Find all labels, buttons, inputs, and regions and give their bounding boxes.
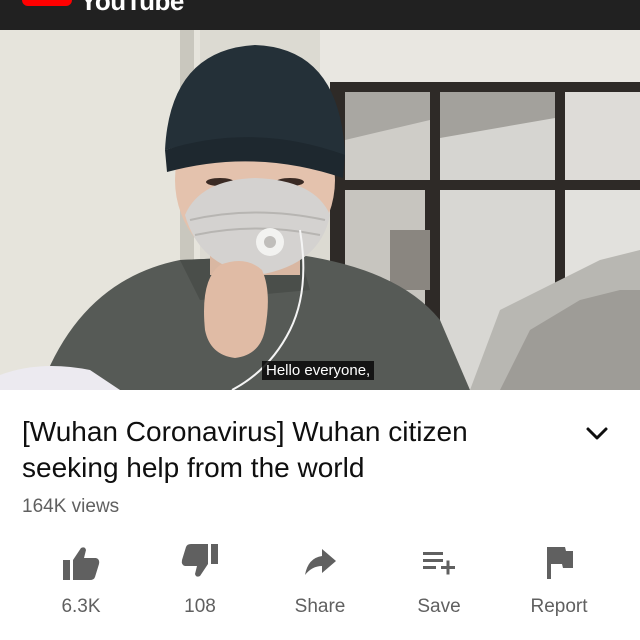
dislike-button[interactable]: 108 — [152, 540, 248, 626]
save-label: Save — [417, 596, 461, 617]
video-frame — [0, 30, 640, 390]
youtube-logo[interactable] — [22, 0, 72, 6]
account-icon[interactable] — [592, 0, 604, 2]
flag-icon — [547, 547, 573, 579]
view-count: 164K views — [22, 496, 120, 517]
like-button[interactable]: 6.3K — [33, 540, 129, 626]
thumbs-up-icon — [63, 547, 100, 580]
video-title: [Wuhan Coronavirus] Wuhan citizen seekin… — [22, 416, 468, 483]
like-count: 6.3K — [61, 596, 101, 617]
cast-icon[interactable] — [516, 0, 528, 2]
dislike-count: 108 — [184, 596, 216, 617]
save-button[interactable]: Save — [391, 540, 487, 626]
thumbs-down-icon — [181, 544, 218, 577]
add-to-playlist-icon — [423, 552, 455, 575]
expand-description-chevron-down-icon[interactable] — [584, 424, 610, 444]
youtube-wordmark: YouTube — [80, 0, 184, 16]
subtitle-caption: Hello everyone, — [262, 361, 375, 380]
report-button[interactable]: Report — [511, 540, 607, 626]
report-label: Report — [530, 596, 588, 617]
top-app-bar: YouTube — [0, 0, 640, 30]
share-button[interactable]: Share — [272, 540, 368, 626]
action-bar: 6.3K 108 Share Save Report — [0, 540, 640, 630]
share-icon — [305, 549, 336, 575]
share-label: Share — [294, 596, 346, 617]
video-player[interactable]: Hello everyone, — [0, 30, 640, 390]
